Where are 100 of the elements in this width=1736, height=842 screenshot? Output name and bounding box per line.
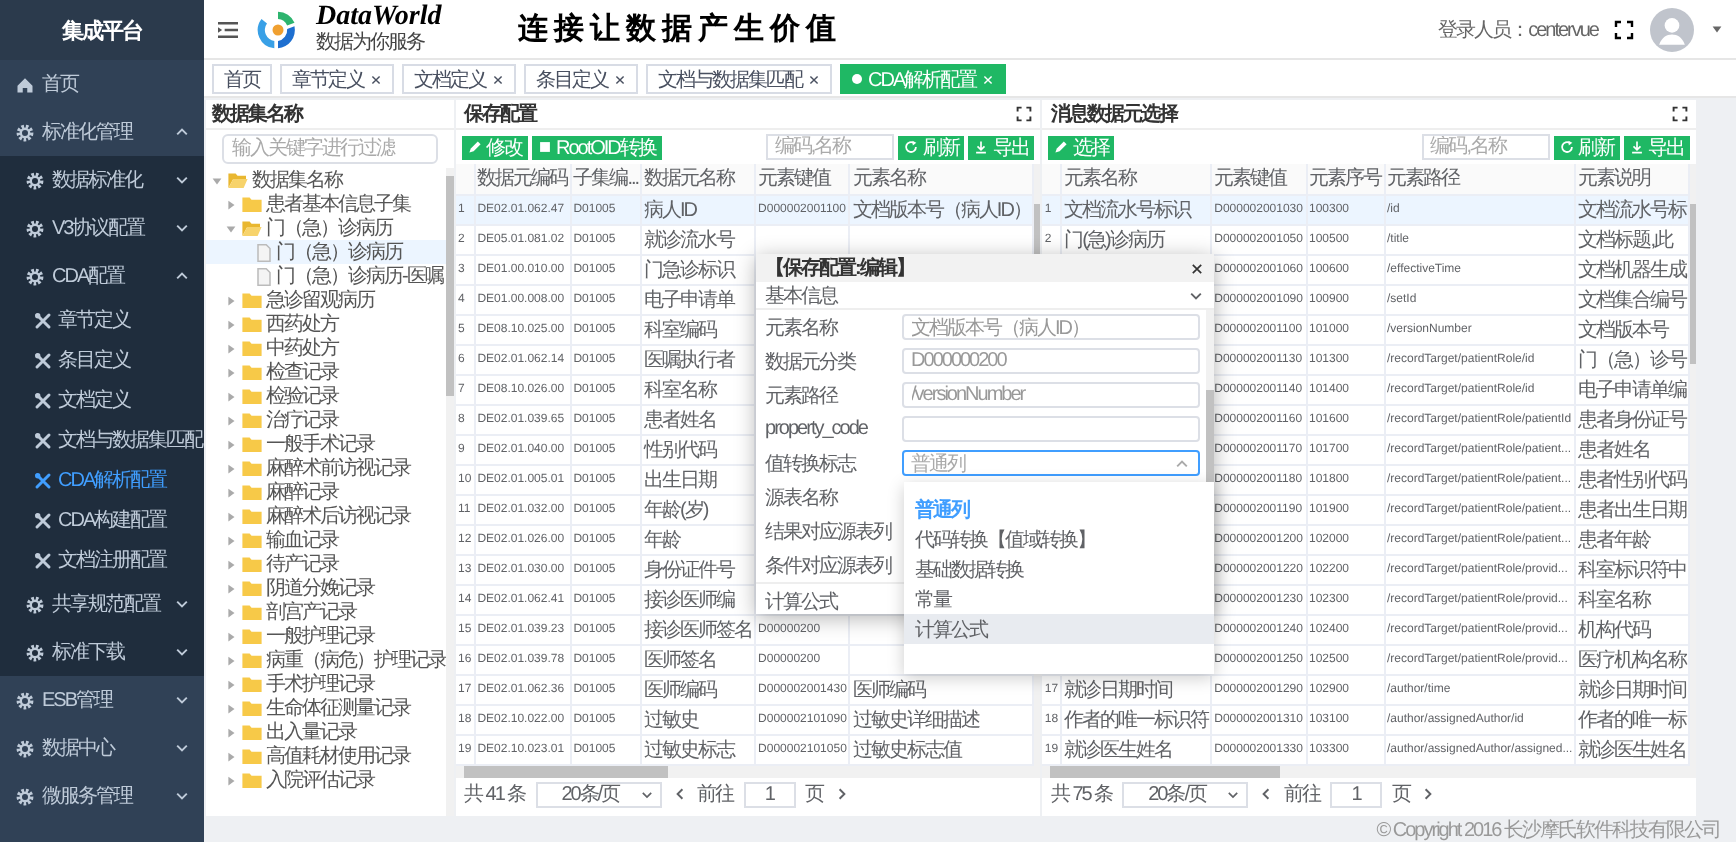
fullscreen-icon[interactable] [1016,106,1033,122]
menu-item[interactable]: 文档与数据集匹配 [0,420,204,460]
caret-icon[interactable] [1710,22,1724,36]
input-field[interactable] [901,416,1200,442]
menu-item[interactable]: CDA解析配置 [0,460,204,500]
refresh-icon [904,140,919,154]
tree-item[interactable]: 门（急）诊病历 [206,216,446,240]
menu-item[interactable]: CDA构建配置 [0,500,204,540]
gear-icon [16,691,34,709]
tree-item[interactable]: 待产记录 [206,552,446,576]
page-unit: 页 [805,782,824,808]
close-icon[interactable] [1189,261,1204,275]
menu-item[interactable]: CDA配置 [0,252,204,300]
tree-item[interactable]: 中药处方 [206,336,446,360]
fullscreen-icon[interactable] [1614,19,1634,39]
search-field[interactable]: 输入关键字进行过滤 [222,134,438,164]
tree-item[interactable]: 阴道分娩记录 [206,576,446,600]
tree-item[interactable]: 检验记录 [206,384,446,408]
menu-icon[interactable] [216,19,240,39]
menu-item[interactable]: 共享规范配置 [0,580,204,628]
close-icon[interactable] [808,73,820,85]
tree-item[interactable]: 出入量记录 [206,720,446,744]
menu-item[interactable]: 标准化管理 [0,108,204,156]
tab[interactable]: 文档与数据集匹配 [646,64,832,94]
chevron-right-icon[interactable] [1420,786,1437,802]
tab[interactable]: 章节定义 [280,64,394,94]
tree-item[interactable]: 麻醉术后访视记录 [206,504,446,528]
copyright: © Copyright 2016 长沙摩氏软件科技有限公司 [1376,817,1720,842]
menu-item[interactable]: 标准下载 [0,628,204,676]
close-icon[interactable] [614,73,626,85]
menu-item[interactable]: 文档定义 [0,380,204,420]
tree-item[interactable]: 高值耗材使用记录 [206,744,446,768]
tree-item[interactable]: 数据集名称 [206,168,446,192]
page-input[interactable]: 1 [743,781,796,807]
page-input[interactable]: 1 [1330,781,1383,807]
close-icon[interactable] [370,73,382,85]
tree-item[interactable]: 急诊留观病历 [206,288,446,312]
download-icon [974,140,989,154]
menu-item[interactable]: 章节定义 [0,300,204,340]
menu-item[interactable]: 数据标准化 [0,156,204,204]
total-count: 共 75 条 [1050,781,1113,808]
square-icon [538,140,552,154]
tree-item[interactable]: 麻醉记录 [206,480,446,504]
close-icon[interactable] [492,73,504,85]
menu-item[interactable]: 数据中心 [0,724,204,772]
tree-item[interactable]: 一般护理记录 [206,624,446,648]
chevron-left-icon[interactable] [1258,786,1275,802]
tree-item[interactable]: 西药处方 [206,312,446,336]
fullscreen-icon[interactable] [1672,106,1689,122]
column-header: 元素序号 [1306,164,1384,194]
tree-item[interactable]: 入院评估记录 [206,768,446,792]
tab[interactable]: 条目定义 [524,64,638,94]
avatar-icon[interactable] [1650,7,1694,51]
chevron-icon [1226,787,1241,801]
pencil-icon [468,140,482,154]
dialog-title: 【保存配置:编辑】 [765,255,914,282]
chevron-icon [639,787,654,801]
chevron-right-icon[interactable] [833,786,850,802]
tree-item[interactable]: 门（急）诊病历 [206,240,446,264]
folder-icon [242,196,262,212]
tab[interactable]: 文档定义 [402,64,516,94]
tree-item[interactable]: 一般手术记录 [206,432,446,456]
tab[interactable]: 首页 [212,64,272,94]
menu-item[interactable]: 文档注册配置 [0,540,204,580]
table-cell: 过敏史标志 [641,734,756,764]
table-cell: 医师编码 [641,674,756,704]
dropdown-option[interactable]: 计算公式 [903,614,1214,644]
menu-item[interactable]: ESB管理 [0,676,204,724]
tree-item[interactable]: 检查记录 [206,360,446,384]
scrollbar[interactable] [446,168,454,816]
scrollbar[interactable] [1690,164,1697,765]
logo-subtitle: 数据为你服务 [316,32,427,54]
home-icon [16,75,34,93]
chevron-left-icon[interactable] [671,786,688,802]
logo-text: DataWorld [316,4,442,32]
menu-item[interactable]: 条目定义 [0,340,204,380]
menu-item[interactable]: 微服务管理 [0,772,204,820]
tree-item[interactable]: 输血记录 [206,528,446,552]
gear-icon [26,643,44,661]
tree-item[interactable]: 患者基本信息子集 [206,192,446,216]
menu-item[interactable]: 首页 [0,60,204,108]
page-size-select[interactable]: 20条/页 [535,781,662,807]
tree-item[interactable]: 生命体征测量记录 [206,696,446,720]
tree-item[interactable]: 病重（病危）护理记录 [206,648,446,672]
page-size-select[interactable]: 20条/页 [1122,781,1249,807]
search-field[interactable]: 编码,名称 [766,134,895,160]
download-icon [1630,140,1645,154]
field-label: 数据元分类 [765,349,858,375]
tree-item[interactable]: 治疗记录 [206,408,446,432]
section-header[interactable]: 基本信息 [755,282,1214,310]
gear-icon [26,171,44,189]
tree-item[interactable]: 门（急）诊病历-医嘱 [206,264,446,288]
tree-item[interactable]: 手术护理记录 [206,672,446,696]
slogan: 连接让数据产生价值 [517,10,842,48]
menu-item[interactable]: V3协议配置 [0,204,204,252]
tree-item[interactable]: 剖宫产记录 [206,600,446,624]
search-field[interactable]: 编码,名称 [1422,134,1551,160]
column-header: 子集编... [570,164,642,194]
tree-item[interactable]: 麻醉术前访视记录 [206,456,446,480]
open-folder-icon [228,172,248,188]
